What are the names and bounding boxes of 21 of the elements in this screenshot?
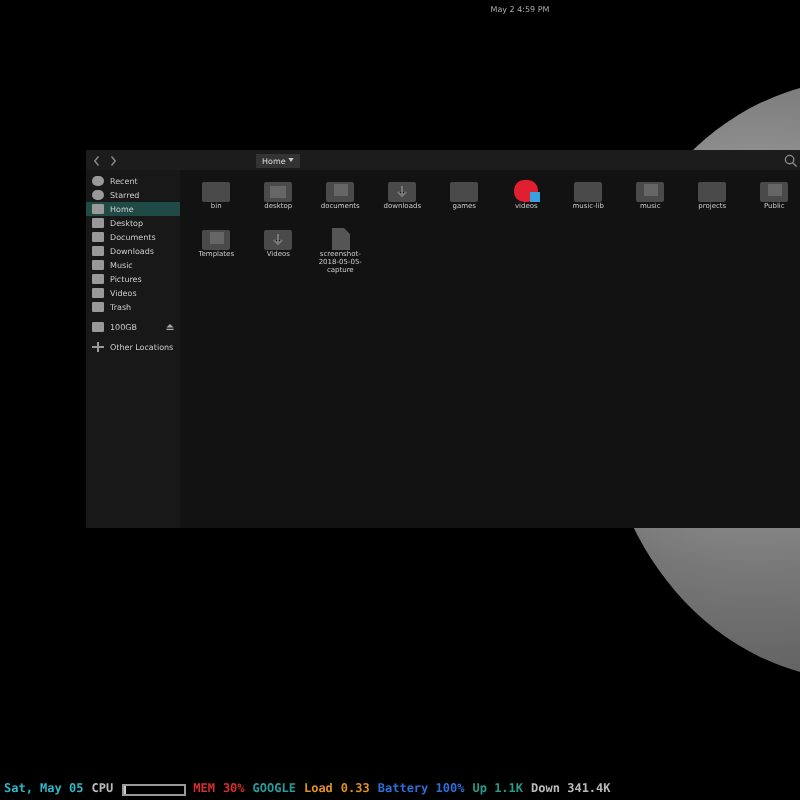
plus-icon (92, 342, 104, 352)
folder-icon (388, 180, 417, 202)
forward-icon[interactable] (110, 155, 116, 165)
folder-icon (264, 180, 293, 202)
folder-icon (326, 180, 355, 202)
caret-icon (288, 158, 295, 163)
folder-icon (202, 228, 231, 250)
back-icon[interactable] (94, 155, 100, 165)
folder-icon (636, 180, 665, 202)
search-icon[interactable] (784, 153, 798, 167)
folder-icon (760, 180, 789, 202)
app-icon (512, 180, 541, 202)
folder-icon (264, 228, 293, 250)
drive-icon (92, 322, 104, 332)
cpu-meter (121, 783, 186, 795)
file-icon (326, 228, 355, 250)
folder-icon (574, 180, 603, 202)
folder-icon (450, 180, 479, 202)
folder-icon (698, 180, 727, 202)
folder-icon (202, 180, 231, 202)
eject-icon[interactable] (165, 324, 174, 330)
